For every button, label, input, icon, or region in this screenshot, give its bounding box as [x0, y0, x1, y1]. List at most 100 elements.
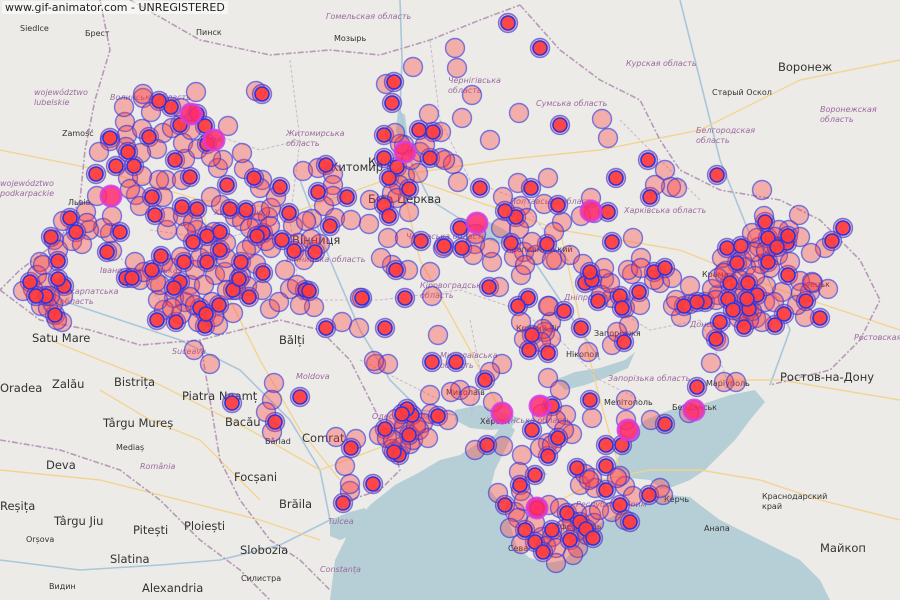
event-marker-recent[interactable]: [598, 458, 614, 474]
event-marker[interactable]: [32, 254, 54, 276]
map-view[interactable]: Воронеж Ростов-на-Дону Satu Mare Bălți Orade…: [0, 0, 900, 600]
event-marker-recent[interactable]: [224, 395, 240, 411]
event-marker-recent[interactable]: [28, 288, 44, 304]
event-marker[interactable]: [268, 291, 290, 313]
event-marker-recent[interactable]: [780, 267, 796, 283]
event-marker-recent[interactable]: [267, 414, 283, 430]
event-marker-recent[interactable]: [600, 204, 616, 220]
event-marker[interactable]: [817, 278, 839, 300]
event-marker[interactable]: [479, 237, 501, 259]
event-marker-recent[interactable]: [598, 437, 614, 453]
event-marker-recent[interactable]: [532, 40, 548, 56]
event-marker-recent[interactable]: [384, 95, 400, 111]
event-marker-recent[interactable]: [397, 290, 413, 306]
event-marker-recent[interactable]: [616, 334, 632, 350]
event-marker[interactable]: [459, 385, 481, 407]
event-marker[interactable]: [183, 339, 205, 361]
event-marker[interactable]: [427, 324, 449, 346]
event-marker-recent[interactable]: [124, 270, 140, 286]
event-marker-recent[interactable]: [550, 197, 566, 213]
event-marker-recent[interactable]: [422, 150, 438, 166]
event-marker-recent[interactable]: [642, 189, 658, 205]
event-marker-highlighted[interactable]: [528, 394, 552, 418]
event-marker-recent[interactable]: [292, 389, 308, 405]
event-marker-recent[interactable]: [99, 244, 115, 260]
event-marker-recent[interactable]: [401, 181, 417, 197]
event-marker[interactable]: [508, 102, 530, 124]
event-marker-recent[interactable]: [725, 302, 741, 318]
event-marker[interactable]: [597, 127, 619, 149]
event-marker-recent[interactable]: [524, 327, 540, 343]
event-marker-recent[interactable]: [622, 514, 638, 530]
event-marker[interactable]: [499, 517, 521, 539]
event-marker-recent[interactable]: [255, 265, 271, 281]
event-marker-recent[interactable]: [503, 235, 519, 251]
event-marker-recent[interactable]: [590, 293, 606, 309]
event-marker-recent[interactable]: [722, 275, 738, 291]
event-marker-recent[interactable]: [614, 300, 630, 316]
event-marker-recent[interactable]: [512, 477, 528, 493]
event-marker-recent[interactable]: [310, 184, 326, 200]
event-marker-recent[interactable]: [120, 144, 136, 160]
event-marker-recent[interactable]: [540, 448, 556, 464]
event-marker[interactable]: [447, 171, 469, 193]
event-marker[interactable]: [514, 254, 536, 276]
event-marker-recent[interactable]: [182, 169, 198, 185]
event-marker-recent[interactable]: [343, 440, 359, 456]
event-marker-recent[interactable]: [769, 239, 785, 255]
event-marker-recent[interactable]: [376, 150, 392, 166]
event-marker[interactable]: [615, 389, 637, 411]
event-marker[interactable]: [419, 384, 441, 406]
event-marker[interactable]: [725, 371, 747, 393]
event-marker-recent[interactable]: [708, 331, 724, 347]
event-marker[interactable]: [339, 473, 361, 495]
event-marker[interactable]: [440, 381, 462, 403]
event-marker-recent[interactable]: [212, 224, 228, 240]
event-marker-recent[interactable]: [365, 476, 381, 492]
event-marker[interactable]: [541, 249, 563, 271]
event-marker-recent[interactable]: [50, 271, 66, 287]
event-marker-recent[interactable]: [68, 224, 84, 240]
event-marker-recent[interactable]: [386, 74, 402, 90]
event-marker-recent[interactable]: [219, 177, 235, 193]
event-marker[interactable]: [751, 179, 773, 201]
event-marker-recent[interactable]: [776, 306, 792, 322]
event-marker-recent[interactable]: [144, 262, 160, 278]
event-marker-recent[interactable]: [481, 279, 497, 295]
event-marker-recent[interactable]: [376, 127, 392, 143]
event-marker[interactable]: [402, 56, 424, 78]
event-marker-recent[interactable]: [212, 242, 228, 258]
event-marker-recent[interactable]: [524, 422, 540, 438]
event-marker[interactable]: [577, 341, 599, 363]
event-marker-highlighted[interactable]: [616, 418, 640, 442]
event-marker-recent[interactable]: [689, 294, 705, 310]
event-marker-recent[interactable]: [760, 254, 776, 270]
event-marker-recent[interactable]: [729, 255, 745, 271]
event-marker-recent[interactable]: [812, 310, 828, 326]
event-marker-recent[interactable]: [757, 214, 773, 230]
event-marker[interactable]: [394, 227, 416, 249]
event-marker-recent[interactable]: [50, 253, 66, 269]
event-marker[interactable]: [148, 169, 170, 191]
event-marker-recent[interactable]: [497, 203, 513, 219]
event-marker[interactable]: [161, 297, 183, 319]
event-marker-recent[interactable]: [153, 248, 169, 264]
event-marker[interactable]: [358, 213, 380, 235]
event-marker[interactable]: [521, 231, 543, 253]
event-marker-recent[interactable]: [88, 166, 104, 182]
event-marker-recent[interactable]: [585, 530, 601, 546]
event-marker[interactable]: [377, 227, 399, 249]
event-marker-recent[interactable]: [43, 229, 59, 245]
event-marker-recent[interactable]: [835, 220, 851, 236]
event-marker-recent[interactable]: [430, 408, 446, 424]
event-marker-recent[interactable]: [281, 205, 297, 221]
event-marker-highlighted[interactable]: [202, 128, 226, 152]
event-marker-recent[interactable]: [238, 202, 254, 218]
event-marker-recent[interactable]: [582, 264, 598, 280]
event-marker-recent[interactable]: [233, 254, 249, 270]
event-marker-recent[interactable]: [167, 152, 183, 168]
event-marker[interactable]: [622, 227, 644, 249]
event-marker[interactable]: [446, 57, 468, 79]
map-canvas[interactable]: Воронеж Ростов-на-Дону Satu Mare Bălți Orade…: [0, 0, 900, 600]
event-marker-recent[interactable]: [425, 124, 441, 140]
